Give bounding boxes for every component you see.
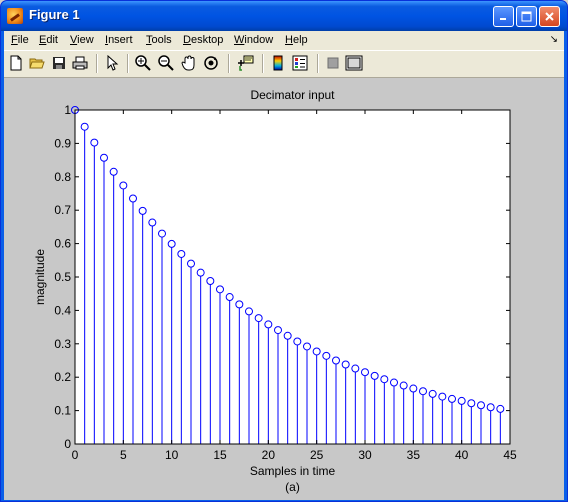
legend-button[interactable] xyxy=(291,54,309,72)
y-tick-label: 0.8 xyxy=(54,170,71,184)
x-tick-label: 35 xyxy=(407,448,421,462)
minimize-icon xyxy=(500,18,506,20)
close-icon xyxy=(545,12,554,21)
y-tick-label: 0.4 xyxy=(54,303,71,317)
menu-help[interactable]: Help xyxy=(285,34,308,46)
menu-insert[interactable]: Insert xyxy=(105,34,133,46)
x-tick-label: 40 xyxy=(455,448,469,462)
toolbar-separator xyxy=(228,54,230,73)
pan-hand-icon xyxy=(181,55,195,71)
close-button[interactable] xyxy=(539,6,560,27)
minimize-button[interactable] xyxy=(493,6,514,27)
y-tick-label: 0.6 xyxy=(54,237,71,251)
data-cursor-icon xyxy=(238,55,254,71)
toolbar-separator xyxy=(127,54,129,73)
open-file-icon xyxy=(29,58,45,69)
y-tick-label: 0.3 xyxy=(54,337,71,351)
x-tick-label: 15 xyxy=(213,448,227,462)
toolbar-separator xyxy=(317,54,319,73)
select-arrow-icon xyxy=(107,55,119,71)
x-tick-label: 5 xyxy=(120,448,127,462)
colorbar-button[interactable] xyxy=(269,54,287,72)
maximize-button[interactable] xyxy=(516,6,537,27)
y-tick-label: 0.1 xyxy=(54,404,71,418)
hide-plot-tools-button[interactable] xyxy=(324,54,342,72)
y-tick-label: 0.5 xyxy=(54,270,71,284)
select-arrow-button[interactable] xyxy=(103,54,121,72)
plot-title: Decimator input xyxy=(250,88,335,102)
stem-plot[interactable]: 0 5 10 15 20 25 30 35 40 45 0 0.1 0.2 0.3 0.4 0.5 0.6 0.7… xyxy=(4,78,564,500)
zoom-out-icon xyxy=(158,55,174,71)
y-axis-label: magnitude xyxy=(33,249,47,305)
data-cursor-button[interactable] xyxy=(236,54,254,72)
figure-window: Figure 1 File Edit View Insert Tools Des… xyxy=(0,0,568,502)
y-tick-label: 0.7 xyxy=(54,203,71,217)
menu-bar: File Edit View Insert Tools Desktop Wind… xyxy=(4,31,564,50)
matlab-icon xyxy=(7,8,23,24)
toolbar-separator xyxy=(262,54,264,73)
figure-toolbar xyxy=(4,50,564,78)
y-tick-label: 0.2 xyxy=(54,370,71,384)
new-figure-icon xyxy=(10,55,22,71)
x-tick-label: 25 xyxy=(310,448,324,462)
x-tick-label: 45 xyxy=(503,448,517,462)
zoom-out-button[interactable] xyxy=(157,54,175,72)
rotate-3d-button[interactable] xyxy=(202,54,220,72)
print-button[interactable] xyxy=(71,54,89,72)
x-tick-label: 10 xyxy=(165,448,179,462)
x-tick-label: 30 xyxy=(358,448,372,462)
x-axis-label: Samples in time xyxy=(250,464,336,478)
save-button[interactable] xyxy=(50,54,68,72)
x-tick-label: 0 xyxy=(72,448,79,462)
menu-view[interactable]: View xyxy=(70,34,94,46)
dock-arrow-icon[interactable]: ↘ xyxy=(550,34,558,45)
zoom-in-button[interactable] xyxy=(134,54,152,72)
colorbar-icon xyxy=(273,55,283,71)
save-icon xyxy=(53,57,65,69)
y-tick-label: 0.9 xyxy=(54,136,71,150)
legend-icon xyxy=(292,55,308,71)
y-tick-label: 1 xyxy=(64,103,71,117)
open-file-button[interactable] xyxy=(28,54,46,72)
show-plot-tools-icon xyxy=(345,55,363,71)
menu-edit[interactable]: Edit xyxy=(39,34,58,46)
window-title: Figure 1 xyxy=(29,7,80,22)
x-tick-label: 20 xyxy=(262,448,276,462)
figure-canvas[interactable]: 0 5 10 15 20 25 30 35 40 45 0 0.1 0.2 0.3 0.4 0.5 0.6 0.7… xyxy=(4,78,564,500)
hide-plot-tools-icon xyxy=(327,57,339,69)
toolbar-separator xyxy=(96,54,98,73)
zoom-in-icon xyxy=(135,55,151,71)
menu-window[interactable]: Window xyxy=(234,34,273,46)
menu-file[interactable]: File xyxy=(11,34,29,46)
title-bar[interactable]: Figure 1 xyxy=(1,1,567,31)
menu-tools[interactable]: Tools xyxy=(146,34,172,46)
rotate-3d-icon xyxy=(204,56,218,70)
new-figure-button[interactable] xyxy=(7,54,25,72)
y-tick-label: 0 xyxy=(64,437,71,451)
maximize-icon xyxy=(521,11,532,22)
window-client: File Edit View Insert Tools Desktop Wind… xyxy=(4,31,564,500)
menu-desktop[interactable]: Desktop xyxy=(183,34,223,46)
show-plot-tools-button[interactable] xyxy=(345,54,363,72)
pan-button[interactable] xyxy=(180,54,198,72)
print-icon xyxy=(72,56,88,70)
figure-caption: (a) xyxy=(285,480,300,494)
